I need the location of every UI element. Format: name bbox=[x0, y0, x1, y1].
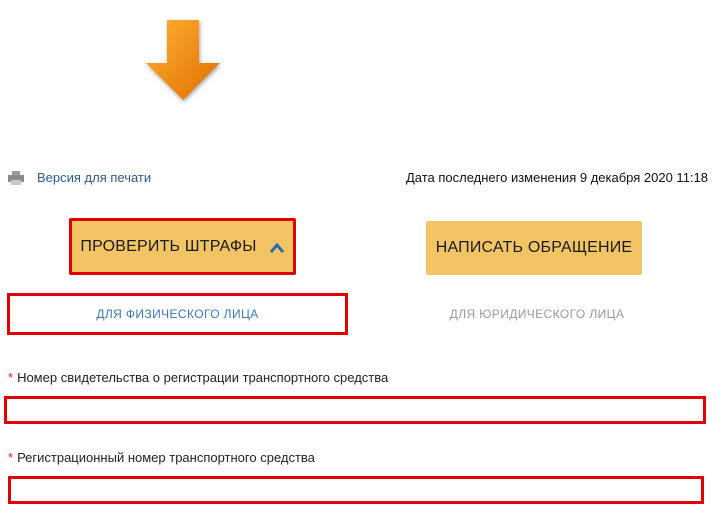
write-appeal-button[interactable]: НАПИСАТЬ ОБРАЩЕНИЕ bbox=[426, 221, 642, 275]
printer-icon bbox=[8, 171, 24, 185]
down-arrow-icon bbox=[140, 18, 226, 104]
required-mark: * bbox=[8, 370, 14, 385]
check-fines-button[interactable]: ПРОВЕРИТЬ ШТРАФЫ bbox=[69, 218, 296, 275]
tab-individual[interactable]: ДЛЯ ФИЗИЧЕСКОГО ЛИЦА bbox=[7, 293, 348, 335]
tab-legal-entity-label: ДЛЯ ЮРИДИЧЕСКОГО ЛИЦА bbox=[449, 307, 625, 321]
required-mark: * bbox=[8, 450, 14, 465]
cert-number-label: * Номер свидетельства о регистрации транс… bbox=[8, 370, 388, 385]
tab-legal-entity[interactable]: ДЛЯ ЮРИДИЧЕСКОГО ЛИЦА bbox=[420, 296, 654, 332]
chevron-up-icon bbox=[269, 241, 285, 253]
print-version-link[interactable]: Версия для печати bbox=[8, 168, 151, 188]
write-appeal-label: НАПИСАТЬ ОБРАЩЕНИЕ bbox=[435, 239, 633, 256]
tab-individual-label: ДЛЯ ФИЗИЧЕСКОГО ЛИЦА bbox=[96, 307, 259, 321]
last-modified-text: Дата последнего изменения 9 декабря 2020… bbox=[405, 170, 708, 185]
reg-number-input[interactable] bbox=[8, 476, 704, 504]
cert-number-label-text: Номер свидетельства о регистрации трансп… bbox=[17, 370, 389, 385]
reg-number-label-text: Регистрационный номер транспортного сред… bbox=[17, 450, 315, 465]
page-meta-row: Версия для печати Дата последнего измене… bbox=[0, 168, 724, 190]
reg-number-label: * Регистрационный номер транспортного сре… bbox=[8, 450, 315, 465]
cert-number-input[interactable] bbox=[4, 396, 706, 424]
print-version-label: Версия для печати bbox=[37, 170, 152, 185]
check-fines-label: ПРОВЕРИТЬ ШТРАФЫ bbox=[80, 237, 257, 255]
